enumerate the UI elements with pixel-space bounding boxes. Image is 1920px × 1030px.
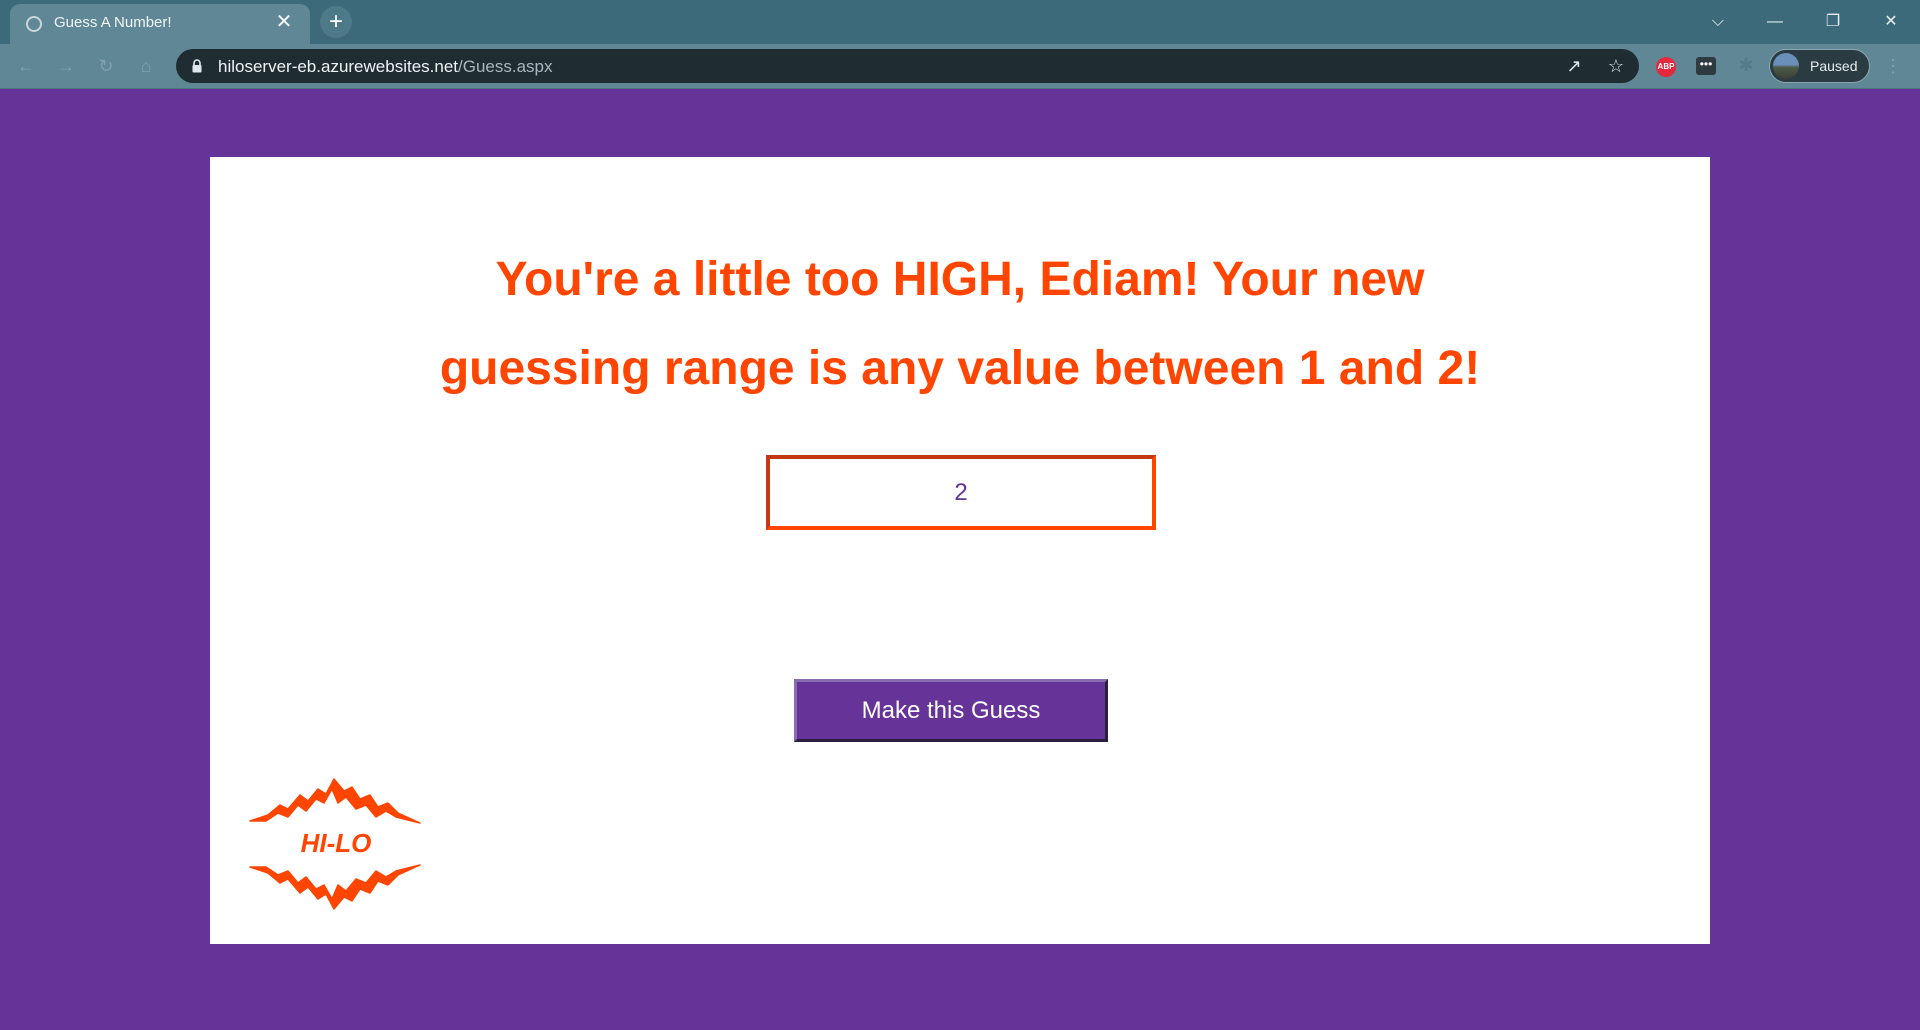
address-bar[interactable]: hiloserver-eb.azurewebsites.net/Guess.as… bbox=[176, 49, 1639, 83]
hi-lo-logo: HI-LO bbox=[249, 778, 421, 910]
url-host: hiloserver-eb.azurewebsites.net bbox=[218, 57, 459, 76]
restore-button[interactable]: ❐ bbox=[1810, 6, 1856, 38]
page-title: You're a little too HIGH, Ediam! Your ne… bbox=[210, 235, 1710, 413]
logo-text: HI-LO bbox=[301, 828, 372, 858]
lock-icon bbox=[192, 59, 202, 73]
globe-icon bbox=[26, 16, 42, 32]
profile-status: Paused bbox=[1810, 58, 1858, 74]
browser-toolbar: ← → ↻ ⌂ hiloserver-eb.azurewebsites.net/… bbox=[0, 44, 1920, 89]
profile-button[interactable]: Paused bbox=[1769, 49, 1870, 83]
make-guess-button[interactable]: Make this Guess bbox=[794, 679, 1108, 742]
game-card: You're a little too HIGH, Ediam! Your ne… bbox=[210, 157, 1710, 944]
tab-close-icon[interactable]: ✕ bbox=[272, 10, 296, 34]
headline-line-2: guessing range is any value between 1 an… bbox=[439, 342, 1481, 395]
reload-icon[interactable]: ↻ bbox=[92, 52, 120, 80]
back-icon[interactable]: ← bbox=[12, 52, 40, 80]
bookmark-star-icon[interactable]: ☆ bbox=[1605, 55, 1627, 77]
home-icon[interactable]: ⌂ bbox=[132, 52, 160, 80]
adblock-extension-icon[interactable]: ABP bbox=[1656, 57, 1676, 77]
new-tab-button[interactable]: + bbox=[320, 6, 352, 38]
headline-line-1: You're a little too HIGH, Ediam! Your ne… bbox=[495, 253, 1425, 306]
extension-dots-icon[interactable]: ••• bbox=[1696, 57, 1716, 75]
url-path: /Guess.aspx bbox=[458, 57, 553, 76]
extensions-puzzle-icon[interactable]: ✱ bbox=[1736, 55, 1756, 75]
browser-tab[interactable]: Guess A Number! ✕ bbox=[10, 4, 310, 44]
more-menu-icon[interactable]: ⋮ bbox=[1884, 56, 1902, 77]
guess-input[interactable] bbox=[766, 455, 1156, 530]
tab-title: Guess A Number! bbox=[54, 14, 172, 31]
url-text: hiloserver-eb.azurewebsites.net/Guess.as… bbox=[218, 57, 553, 77]
close-window-button[interactable]: ✕ bbox=[1868, 6, 1914, 38]
browser-tabstrip: Guess A Number! ✕ + ⌵ — ❐ ✕ bbox=[0, 0, 1920, 44]
tab-search-icon[interactable]: ⌵ bbox=[1695, 6, 1741, 38]
avatar bbox=[1773, 53, 1799, 79]
share-icon[interactable]: ↗ bbox=[1563, 55, 1585, 77]
minimize-button[interactable]: — bbox=[1752, 6, 1798, 38]
forward-icon[interactable]: → bbox=[52, 52, 80, 80]
